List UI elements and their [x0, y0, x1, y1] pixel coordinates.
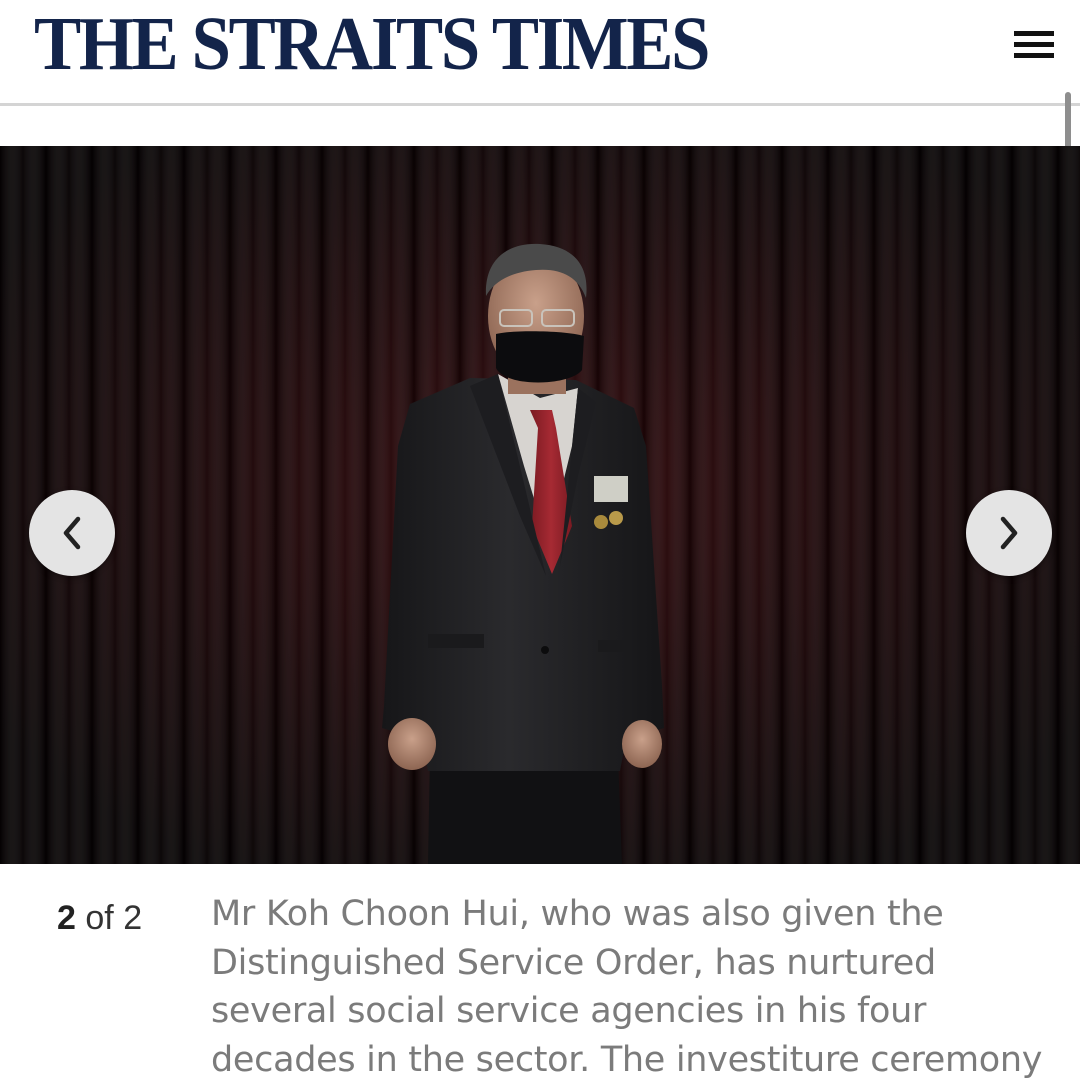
photo-counter-current: 2: [57, 899, 76, 937]
page: THE STRAITS TIMES 2 of 2 Mr Koh Choon Hu…: [0, 0, 1080, 1080]
gallery-photo-image: [0, 146, 1080, 864]
photo-counter-total: 2: [123, 899, 143, 937]
chevron-right-icon: [1000, 516, 1018, 550]
hamburger-menu-icon[interactable]: [1014, 28, 1054, 62]
photo-counter: 2 of 2: [57, 898, 142, 938]
menu-bar: [1014, 31, 1054, 36]
site-header: THE STRAITS TIMES: [0, 0, 1080, 106]
masthead-logo[interactable]: THE STRAITS TIMES: [34, 4, 710, 84]
next-photo-button[interactable]: [966, 490, 1052, 576]
photo-counter-of: of: [85, 899, 114, 937]
menu-bar: [1014, 42, 1054, 47]
gallery-photo: [0, 146, 1080, 864]
scrollbar-thumb[interactable]: [1065, 92, 1071, 150]
photo-caption: Mr Koh Choon Hui, who was also given the…: [211, 894, 1043, 1080]
caption-area: 2 of 2 Mr Koh Choon Hui, who was also gi…: [0, 864, 1080, 1080]
previous-photo-button[interactable]: [29, 490, 115, 576]
chevron-left-icon: [63, 516, 81, 550]
menu-bar: [1014, 53, 1054, 58]
